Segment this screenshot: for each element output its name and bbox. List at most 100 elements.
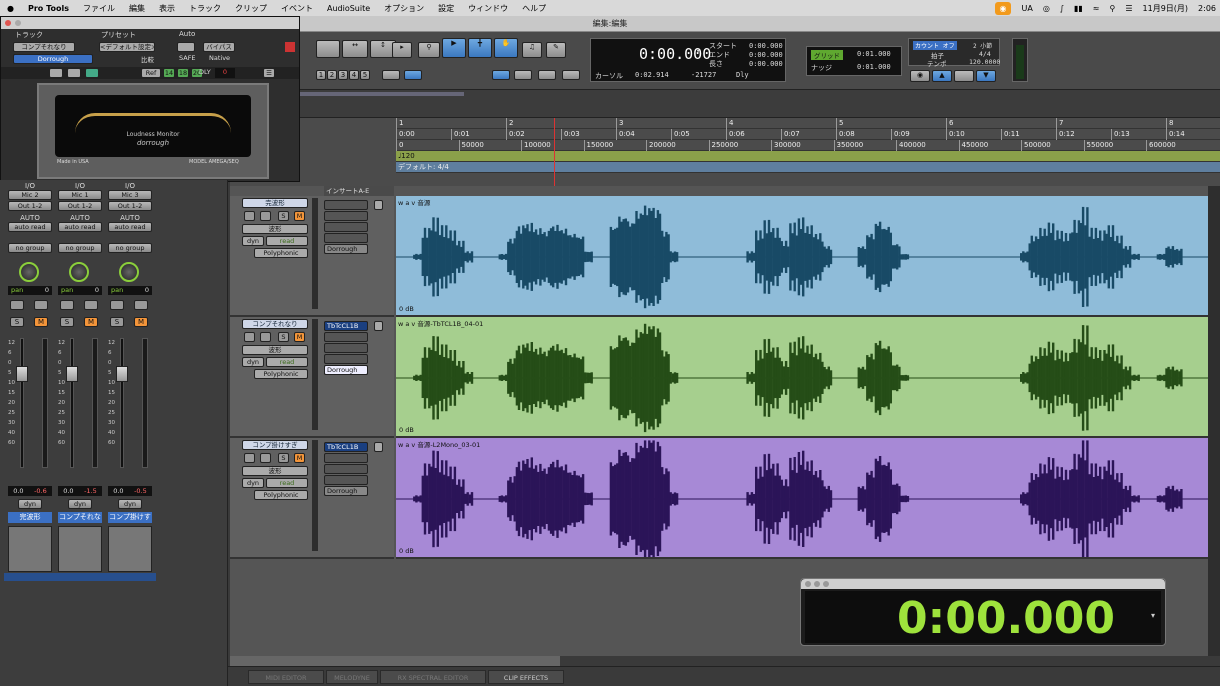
bluetooth-icon[interactable]: ∫ <box>1060 4 1064 13</box>
keyboard-focus-button[interactable] <box>562 70 580 80</box>
group-selector[interactable]: no group <box>8 243 52 253</box>
preset-selector[interactable]: <デフォルト設定> <box>99 42 155 52</box>
insert-slot[interactable] <box>324 211 368 221</box>
output-selector[interactable]: Out 1-2 <box>8 201 52 211</box>
audio-clip[interactable]: w a v 音源 0 dB <box>396 196 1208 317</box>
insert-slot-1[interactable]: TbTcCL1B <box>324 442 368 452</box>
big-counter-titlebar[interactable] <box>801 579 1165 589</box>
mute-button[interactable]: M <box>34 317 48 327</box>
volume-fader-track[interactable] <box>20 338 24 468</box>
mute-button[interactable]: M <box>84 317 98 327</box>
main-time-dropdown-icon[interactable]: ▾ <box>696 47 700 55</box>
ref-button[interactable]: Ref <box>141 68 161 78</box>
main-time-display[interactable]: 0:00.000 <box>639 45 711 63</box>
apple-menu-icon[interactable]: ● <box>0 4 21 13</box>
input-monitor-button[interactable] <box>34 300 48 310</box>
input-selector[interactable]: Mic 3 <box>108 190 152 200</box>
menu-clip[interactable]: クリップ <box>228 3 274 14</box>
microphone-icon[interactable]: ◉ <box>994 1 1012 15</box>
zoom-toggle-button[interactable] <box>316 40 340 58</box>
auto-button[interactable] <box>177 42 195 52</box>
airplay-icon[interactable]: ◎ <box>1043 4 1050 13</box>
midi-merge-button[interactable]: ▼ <box>976 70 996 82</box>
insert-slot[interactable] <box>324 222 368 232</box>
input-selector[interactable]: Mic 2 <box>8 190 52 200</box>
tempo-value[interactable]: 120.0000 <box>969 58 1000 66</box>
audio-clip[interactable]: w a v 音源-L2Mono_03-01 0 dB <box>396 438 1208 559</box>
wifi-icon[interactable]: ≈ <box>1093 4 1100 13</box>
audio-clip[interactable]: w a v 音源-TbTCL1B_04-01 0 dB <box>396 317 1208 438</box>
zoom-in-button[interactable]: ↔ <box>342 40 368 58</box>
record-button[interactable] <box>60 300 74 310</box>
solo-button[interactable]: S <box>278 453 289 463</box>
dyn-button[interactable]: dyn <box>68 499 92 509</box>
start-value[interactable]: 0:00.000 <box>749 42 783 51</box>
tempo-button[interactable]: ▲ <box>932 70 952 82</box>
dyn-button[interactable]: dyn <box>18 499 42 509</box>
menu-time[interactable]: 2:06 <box>1198 4 1216 13</box>
big-counter-value[interactable]: 0:00.000 <box>897 593 1115 644</box>
search-icon[interactable]: ⚲ <box>1109 4 1115 13</box>
plugin-selector[interactable]: Dorrough <box>13 54 93 64</box>
track-view-selector[interactable]: 波形 <box>242 224 308 234</box>
tab-melodyne[interactable]: MELODYNE <box>326 670 378 684</box>
insert-slot[interactable] <box>324 332 368 342</box>
output-selector[interactable]: Out 1-2 <box>58 201 102 211</box>
insert-add-button[interactable] <box>374 200 383 210</box>
grid-value[interactable]: 0:01.000 <box>857 50 891 58</box>
input-monitor-button[interactable] <box>84 300 98 310</box>
tab-midi-editor[interactable]: MIDI EDITOR <box>248 670 324 684</box>
solo-button[interactable]: S <box>110 317 124 327</box>
track-comment-box[interactable] <box>58 526 102 572</box>
insert-slot-dorrough[interactable]: Dorrough <box>324 244 368 254</box>
record-enable-button[interactable] <box>244 332 255 342</box>
universe-view[interactable] <box>298 92 464 96</box>
control-center-icon[interactable]: ☰ <box>1125 4 1132 13</box>
volume-fader-handle[interactable] <box>116 366 128 382</box>
menu-help[interactable]: ヘルプ <box>515 3 553 14</box>
minimize-icon[interactable] <box>814 581 820 587</box>
nudge-label[interactable]: ナッジ <box>811 63 832 73</box>
input-monitor-button[interactable] <box>260 453 271 463</box>
volume-value[interactable]: 0.0 <box>63 487 73 495</box>
solo-button[interactable]: S <box>10 317 24 327</box>
group-selector[interactable]: no group <box>58 243 102 253</box>
samples-ruler[interactable]: 0 50000 100000 150000 200000 250000 300000 3500… <box>396 140 1220 151</box>
metronome-button[interactable]: ◉ <box>910 70 930 82</box>
automation-view-selector[interactable]: dyn <box>242 236 264 246</box>
menu-window[interactable]: ウィンドウ <box>461 3 515 14</box>
track-comment-box[interactable] <box>8 526 52 572</box>
minimize-icon[interactable] <box>15 20 21 26</box>
dly-value[interactable]: 0 <box>215 68 235 78</box>
pan-knob[interactable] <box>69 262 89 282</box>
bars-ruler[interactable]: 1 2 3 4 5 6 7 8 <box>396 118 1220 129</box>
solo-button[interactable]: S <box>278 211 289 221</box>
record-enable-button[interactable] <box>244 453 255 463</box>
close-icon[interactable] <box>805 581 811 587</box>
insertion-follows-button[interactable] <box>538 70 556 80</box>
meter-marker[interactable]: デフォルト: 4/4 <box>398 162 449 173</box>
meter-ruler[interactable]: デフォルト: 4/4 <box>396 162 1220 173</box>
polyphonic-selector[interactable]: Polyphonic <box>254 369 308 379</box>
record-button[interactable] <box>10 300 24 310</box>
plugin-close-icon[interactable] <box>285 42 295 52</box>
insert-slot[interactable] <box>324 475 368 485</box>
record-button[interactable] <box>110 300 124 310</box>
insert-add-button[interactable] <box>374 442 383 452</box>
clip-gain[interactable]: 0 dB <box>399 547 414 555</box>
insert-slot[interactable] <box>324 200 368 210</box>
plugin-title-bar[interactable] <box>1 17 299 29</box>
track-view-selector[interactable]: 波形 <box>242 345 308 355</box>
tab-to-transient-button[interactable] <box>492 70 510 80</box>
solo-button[interactable]: S <box>278 332 289 342</box>
volume-fader-track[interactable] <box>70 338 74 468</box>
automation-mode-selector[interactable]: auto read <box>8 222 52 232</box>
edit-mode-button[interactable] <box>382 70 400 80</box>
big-counter-dropdown-icon[interactable]: ▾ <box>1151 611 1155 620</box>
pan-knob[interactable] <box>19 262 39 282</box>
menu-options[interactable]: オプション <box>377 3 431 14</box>
input-selector[interactable]: Mic 1 <box>58 190 102 200</box>
tempo-marker[interactable]: ♩120 <box>398 151 415 162</box>
menu-edit[interactable]: 編集 <box>122 3 152 14</box>
trim-tool-button[interactable]: ▶ <box>442 38 466 58</box>
